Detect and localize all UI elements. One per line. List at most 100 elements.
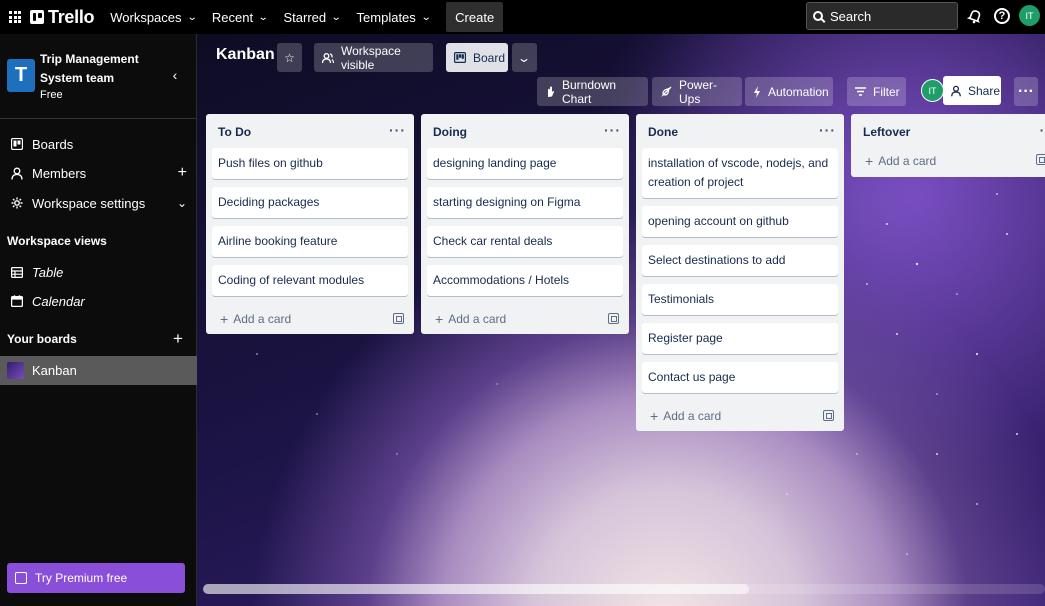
card[interactable]: Select destinations to add bbox=[642, 245, 838, 276]
card[interactable]: Testimonials bbox=[642, 284, 838, 315]
gear-icon bbox=[10, 196, 24, 210]
horizontal-scrollbar-thumb[interactable] bbox=[203, 584, 749, 594]
powerup-hand-icon bbox=[545, 86, 555, 98]
create-button[interactable]: Create bbox=[446, 2, 504, 32]
chevron-down-icon[interactable]: ⌄ bbox=[177, 196, 187, 210]
nav-recent-label: Recent bbox=[211, 9, 254, 25]
user-avatar[interactable]: IT bbox=[1019, 5, 1040, 26]
card[interactable]: Accommodations / Hotels bbox=[427, 265, 623, 296]
list-title: Done bbox=[648, 125, 678, 139]
list-title: Doing bbox=[433, 125, 467, 139]
add-card-button[interactable]: + Add a card bbox=[206, 304, 414, 334]
card[interactable]: starting designing on Figma bbox=[427, 187, 623, 218]
card[interactable]: designing landing page bbox=[427, 148, 623, 179]
share-label: Share bbox=[968, 83, 1001, 98]
card[interactable]: Contact us page bbox=[642, 362, 838, 393]
card[interactable]: Deciding packages bbox=[212, 187, 408, 218]
plus-icon: + bbox=[650, 408, 659, 424]
chevron-down-icon: ⌄ bbox=[517, 50, 532, 65]
card[interactable]: Register page bbox=[642, 323, 838, 354]
sidebar-item-workspace-settings[interactable]: Workspace settings ⌄ bbox=[0, 189, 197, 217]
list-actions-icon[interactable]: ··· bbox=[389, 122, 406, 138]
list-done: Done ··· installation of vscode, nodejs,… bbox=[636, 114, 844, 431]
create-from-template-icon[interactable] bbox=[393, 313, 404, 324]
add-board-plus-icon[interactable]: + bbox=[167, 325, 197, 353]
list-actions-icon[interactable]: ·· bbox=[1040, 122, 1045, 138]
notifications-bell-icon[interactable] bbox=[964, 5, 986, 27]
help-button[interactable]: ? bbox=[991, 5, 1013, 27]
filter-label: Filter bbox=[873, 84, 900, 99]
sidebar-board-kanban[interactable]: Kanban bbox=[0, 356, 197, 385]
nav-starred-dropdown[interactable]: Starred ⌄ bbox=[276, 3, 349, 31]
star-board-button[interactable]: ☆ bbox=[277, 43, 302, 72]
list-actions-icon[interactable]: ··· bbox=[604, 122, 621, 138]
board-menu-button[interactable]: ··· bbox=[1014, 77, 1038, 106]
board-member-avatar[interactable]: IT bbox=[921, 79, 944, 102]
add-card-button[interactable]: + Add a card bbox=[636, 401, 844, 431]
list-header[interactable]: Doing ··· bbox=[421, 114, 629, 148]
workspace-visible-label: Workspace visible bbox=[341, 43, 401, 72]
card[interactable]: opening account on github bbox=[642, 206, 838, 237]
sidebar-item-calendar[interactable]: Calendar bbox=[0, 287, 197, 315]
search-box[interactable] bbox=[806, 2, 958, 30]
sidebar: T Trip Management System team Free ‹ Boa… bbox=[0, 34, 197, 606]
add-card-button[interactable]: + Add a card bbox=[851, 145, 1045, 177]
create-from-template-icon[interactable] bbox=[823, 410, 834, 421]
board-view-icon bbox=[454, 52, 466, 63]
sidebar-item-label: Workspace settings bbox=[32, 195, 146, 211]
workspace-visible-button[interactable]: Workspace visible bbox=[314, 43, 433, 72]
nav-starred-label: Starred bbox=[283, 9, 327, 25]
list-to-do: To Do ··· Push files on github Deciding … bbox=[206, 114, 414, 334]
card[interactable]: installation of vscode, nodejs, and crea… bbox=[642, 148, 838, 198]
trello-logo-text: Trello bbox=[48, 6, 95, 27]
plus-icon: + bbox=[220, 311, 229, 327]
sidebar-item-table[interactable]: Table bbox=[0, 258, 197, 286]
list-title: To Do bbox=[218, 125, 252, 139]
list-header[interactable]: To Do ··· bbox=[206, 114, 414, 148]
board-icon bbox=[10, 137, 24, 151]
card[interactable]: Push files on github bbox=[212, 148, 408, 179]
sidebar-item-label: Table bbox=[32, 264, 64, 280]
board-view-button[interactable]: Board bbox=[446, 43, 508, 72]
card[interactable]: Airline booking feature bbox=[212, 226, 408, 257]
list-actions-icon[interactable]: ··· bbox=[819, 122, 836, 138]
board-thumbnail bbox=[7, 362, 24, 379]
nav-workspaces-dropdown[interactable]: Workspaces ⌄ bbox=[102, 3, 204, 31]
create-from-template-icon[interactable] bbox=[1036, 154, 1045, 165]
collapse-sidebar-button[interactable]: ‹ bbox=[167, 67, 183, 83]
create-from-template-icon[interactable] bbox=[608, 313, 619, 324]
add-card-button[interactable]: + Add a card bbox=[421, 304, 629, 334]
try-premium-button[interactable]: Try Premium free bbox=[7, 563, 185, 593]
sidebar-item-members[interactable]: Members + bbox=[0, 159, 197, 187]
filter-button[interactable]: Filter bbox=[847, 77, 906, 106]
burndown-chart-button[interactable]: Burndown Chart bbox=[537, 77, 648, 106]
table-icon bbox=[10, 265, 24, 279]
nav-recent-dropdown[interactable]: Recent ⌄ bbox=[204, 3, 276, 31]
sidebar-item-boards[interactable]: Boards bbox=[0, 130, 197, 158]
rocket-icon bbox=[660, 86, 672, 98]
switch-views-button[interactable]: ⌄ bbox=[512, 43, 537, 72]
list-header[interactable]: Done ··· bbox=[636, 114, 844, 148]
share-button[interactable]: Share bbox=[943, 76, 1001, 105]
top-navigation-bar: Trello Workspaces ⌄ Recent ⌄ Starred ⌄ T… bbox=[0, 0, 1045, 34]
nav-templates-dropdown[interactable]: Templates ⌄ bbox=[349, 3, 439, 31]
plus-icon: + bbox=[865, 153, 874, 169]
add-card-label: Add a card bbox=[663, 409, 722, 423]
sidebar-item-label: Boards bbox=[32, 136, 74, 152]
star-icon: ☆ bbox=[284, 50, 295, 65]
board-title[interactable]: Kanban bbox=[216, 46, 275, 64]
trello-logo[interactable]: Trello bbox=[30, 0, 95, 34]
list-header[interactable]: Leftover ·· bbox=[851, 114, 1045, 148]
power-ups-button[interactable]: Power-Ups bbox=[652, 77, 742, 106]
sidebar-item-label: Members bbox=[32, 165, 87, 181]
your-boards-heading: Your boards bbox=[7, 332, 77, 346]
add-card-label: Add a card bbox=[448, 312, 507, 326]
card[interactable]: Check car rental deals bbox=[427, 226, 623, 257]
automation-label: Automation bbox=[768, 84, 829, 99]
search-input[interactable] bbox=[830, 8, 940, 24]
automation-button[interactable]: Automation bbox=[745, 77, 833, 106]
apps-grid-icon[interactable] bbox=[2, 0, 28, 34]
add-member-plus-icon[interactable]: + bbox=[178, 164, 187, 182]
add-card-label: Add a card bbox=[878, 154, 937, 168]
card[interactable]: Coding of relevant modules bbox=[212, 265, 408, 296]
